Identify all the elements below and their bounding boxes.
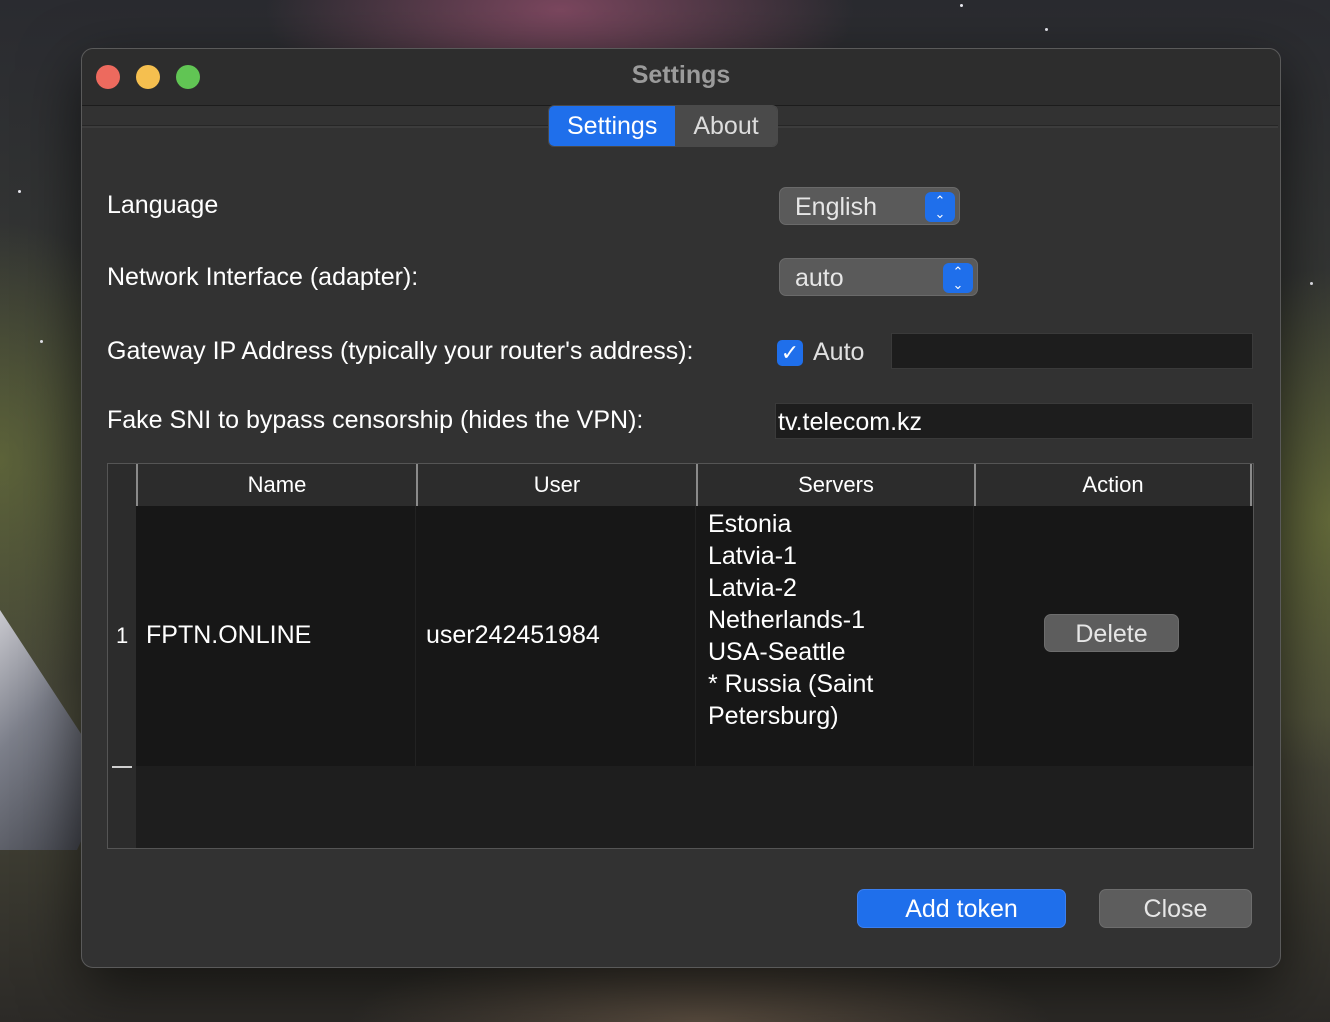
- gateway-auto-label: Auto: [813, 338, 865, 366]
- row-number: 1: [116, 623, 129, 648]
- tab-about[interactable]: About: [675, 106, 777, 146]
- server-list: Estonia Latvia-1 Latvia-2 Netherlands-1 …: [708, 508, 873, 732]
- background-star: [40, 340, 43, 343]
- token-user: user242451984: [426, 621, 600, 649]
- language-value: English: [795, 193, 877, 221]
- cell-user: user242451984: [416, 506, 696, 766]
- column-header-action[interactable]: Action: [974, 464, 1252, 506]
- network-interface-value: auto: [795, 264, 844, 292]
- table-header: Name User Servers Action: [136, 464, 1253, 507]
- token-name: FPTN.ONLINE: [146, 621, 312, 649]
- server-item: USA-Seattle: [708, 638, 846, 666]
- server-item: Netherlands-1: [708, 606, 866, 634]
- column-header-user[interactable]: User: [416, 464, 696, 506]
- network-interface-label: Network Interface (adapter):: [107, 263, 419, 291]
- row-header-column: 1: [108, 464, 136, 848]
- background-star: [1045, 28, 1048, 31]
- add-token-button[interactable]: Add token: [857, 889, 1066, 928]
- chevron-up-down-icon: ⌃ ⌄: [925, 192, 955, 222]
- delete-button[interactable]: Delete: [1044, 614, 1179, 652]
- server-item: Estonia: [708, 510, 792, 538]
- row-header-separator: [112, 766, 132, 768]
- cell-action: Delete: [974, 506, 1252, 766]
- window-title: Settings: [631, 61, 731, 89]
- fake-sni-field[interactable]: tv.telecom.kz: [775, 403, 1253, 439]
- gateway-label: Gateway IP Address (typically your route…: [107, 337, 694, 365]
- background-star: [18, 190, 21, 193]
- settings-window: Settings Settings About Language English…: [81, 48, 1281, 968]
- column-header-name[interactable]: Name: [136, 464, 416, 506]
- language-select[interactable]: English ⌃ ⌄: [779, 187, 960, 225]
- tab-settings[interactable]: Settings: [549, 106, 676, 146]
- title-bar: Settings: [82, 49, 1280, 106]
- column-header-servers[interactable]: Servers: [696, 464, 974, 506]
- table-row: FPTN.ONLINE user242451984 Estonia Latvia…: [136, 506, 1253, 766]
- language-label: Language: [107, 191, 219, 219]
- gateway-ip-field[interactable]: [891, 333, 1253, 369]
- background-star: [960, 4, 963, 7]
- checkmark-icon: ✓: [780, 340, 800, 365]
- cell-name: FPTN.ONLINE: [136, 506, 416, 766]
- chevron-up-down-icon: ⌃ ⌄: [943, 263, 973, 293]
- tab-bar: Settings About: [548, 105, 778, 147]
- background-star: [1310, 282, 1313, 285]
- fake-sni-label: Fake SNI to bypass censorship (hides the…: [107, 406, 644, 434]
- cell-servers: Estonia Latvia-1 Latvia-2 Netherlands-1 …: [696, 506, 974, 766]
- server-item: Petersburg): [708, 702, 839, 730]
- network-interface-select[interactable]: auto ⌃ ⌄: [779, 258, 978, 296]
- server-item: Latvia-2: [708, 574, 797, 602]
- server-item: Latvia-1: [708, 542, 797, 570]
- server-item: * Russia (Saint: [708, 670, 874, 698]
- close-button[interactable]: Close: [1099, 889, 1252, 928]
- gateway-auto-checkbox[interactable]: ✓: [777, 340, 803, 366]
- tokens-table: 1 Name User Servers Action FPTN.ONLINE u…: [107, 463, 1254, 849]
